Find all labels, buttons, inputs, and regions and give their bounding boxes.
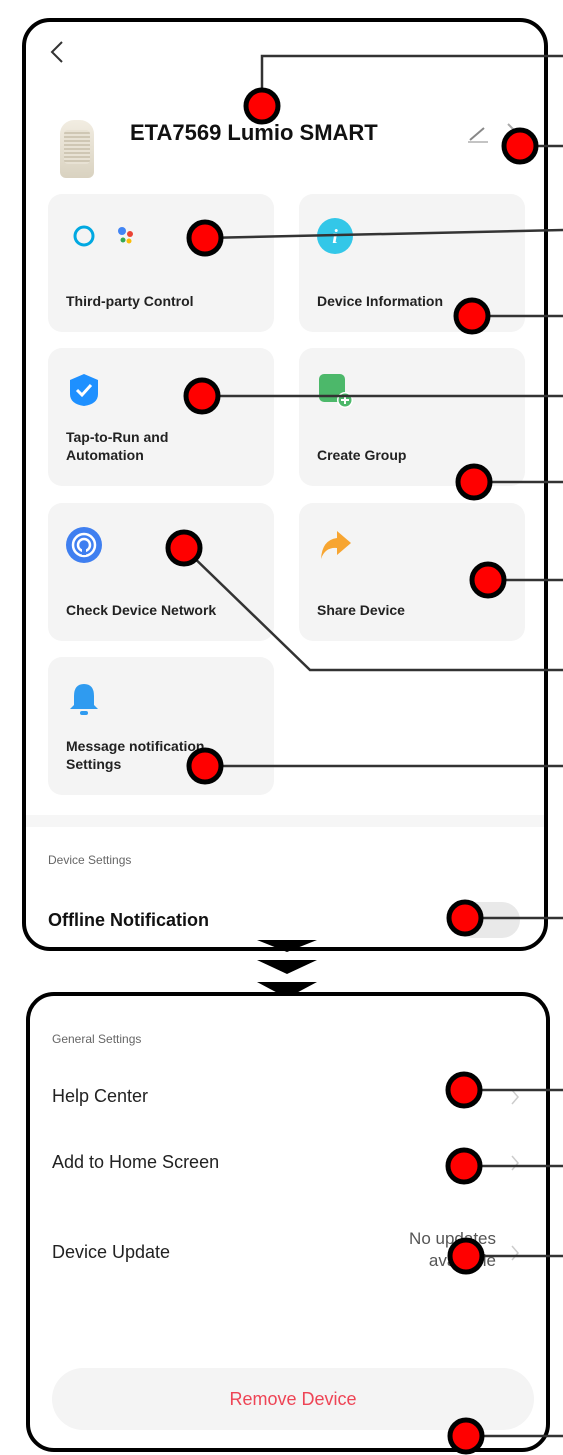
help-center-row[interactable]: Help Center [52,1086,148,1107]
chevron-right-icon [511,1089,519,1105]
tile-share-device[interactable]: Share Device [299,503,525,641]
general-settings-panel: General Settings Help Center Add to Home… [26,992,550,1452]
chevron-right-icon [511,1245,519,1261]
chevron-right-icon[interactable] [506,122,518,142]
network-icon [66,527,102,563]
share-arrow-icon [321,531,351,559]
tile-label: Check Device Network [66,602,217,618]
tile-label: Device Information [317,293,444,309]
tile-label: Third-party Control [66,293,194,309]
remove-device-button[interactable]: Remove Device [52,1368,534,1430]
tile-label: Create Group [317,447,407,463]
voice-assistant-icons [73,225,133,247]
section-title-device-settings: Device Settings [48,853,132,867]
chevron-right-icon [511,1155,519,1171]
back-arrow-icon[interactable] [48,40,68,64]
tile-tap-to-run[interactable]: Tap-to-Run and Automation [48,348,274,486]
section-divider [26,815,544,827]
tile-label: Tap-to-Run and Automation [66,429,169,463]
tap-to-run-icon [70,374,98,406]
tile-message-notification[interactable]: Message notification Settings [48,657,274,795]
tile-label: Share Device [317,602,405,618]
create-group-icon [319,374,353,408]
edit-pencil-icon[interactable] [466,120,490,144]
tile-label: Message notification Settings [66,738,205,772]
tile-create-group[interactable]: Create Group [299,348,525,486]
device-update-status: No updates available [409,1229,496,1270]
device-settings-panel: ETA7569 Lumio SMART Third-party Control … [22,18,548,951]
offline-notification-toggle[interactable] [454,902,520,938]
tile-third-party-control[interactable]: Third-party Control [48,194,274,332]
bell-icon [70,684,98,715]
add-to-home-screen-row[interactable]: Add to Home Screen [52,1152,219,1173]
tile-device-information[interactable]: i Device Information [299,194,525,332]
device-update-row[interactable]: Device Update [52,1242,170,1263]
device-thumbnail [60,120,94,178]
device-name-title: ETA7569 Lumio SMART [130,120,378,145]
info-icon: i [317,218,353,254]
section-title-general-settings: General Settings [52,1032,142,1046]
tile-check-device-network[interactable]: Check Device Network [48,503,274,641]
offline-notification-label: Offline Notification [48,910,209,930]
svg-text:i: i [332,226,338,248]
